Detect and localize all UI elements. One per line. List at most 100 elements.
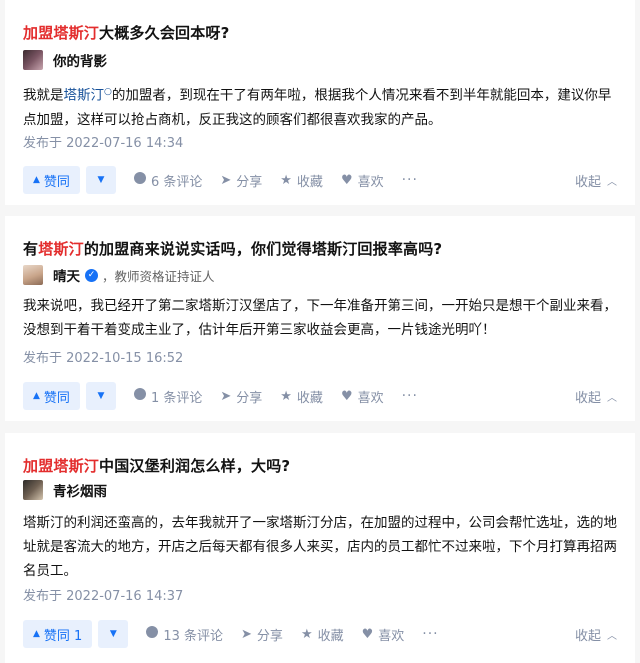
like-button[interactable]: ♥ 喜欢 (341, 387, 384, 406)
comment-icon (146, 626, 159, 642)
author-name[interactable]: 晴天 (53, 265, 80, 285)
triangle-up-icon: ▲ (33, 629, 40, 639)
answer-card-3: 加盟塔斯汀中国汉堡利润怎么样，大吗? 青衫烟雨 塔斯汀的利润还蛮高的，去年我就开… (5, 433, 635, 663)
question-title-1[interactable]: 加盟塔斯汀大概多久会回本呀? (23, 22, 230, 43)
publish-date: 发布于 2022-10-15 16:52 (23, 351, 184, 366)
comment-count: 6 条评论 (150, 174, 203, 190)
search-icon[interactable]: ○ (104, 87, 112, 97)
upvote-label: 赞同 (43, 174, 70, 190)
question-title-rest: 大概多久会回本呀? (99, 24, 230, 42)
like-button[interactable]: ♥ 喜欢 (362, 625, 405, 644)
heart-icon: ♥ (340, 172, 353, 188)
action-bar: ▲ 赞同 ▼ 6 条评论 ➤ 分享 ★ 收藏 ♥ 喜欢 ··· 收起 ︿ (23, 166, 617, 194)
share-label: 分享 (256, 628, 283, 644)
collapse-label: 收起 (574, 390, 601, 406)
downvote-button[interactable]: ▼ (85, 166, 116, 194)
upvote-button[interactable]: ▲ 赞同 (23, 166, 80, 194)
answer-card-2: 有塔斯汀的加盟商来说说实话吗，你们觉得塔斯汀回报率高吗? 晴天 ✓ ，教师资格证… (5, 216, 635, 421)
question-title-rest: 中国汉堡利润怎么样，大吗? (99, 457, 291, 475)
action-bar: ▲ 赞同 ▼ 1 条评论 ➤ 分享 ★ 收藏 ♥ 喜欢 ··· 收起 ︿ (23, 382, 617, 410)
answer-body: 我就是塔斯汀○的加盟者，到现在干了有两年啦，根据我个人情况来看不到半年就能回本，… (23, 80, 619, 132)
share-label: 分享 (236, 390, 263, 406)
question-title-highlight: 塔斯汀 (38, 240, 84, 258)
comment-button[interactable]: 6 条评论 (133, 171, 203, 190)
question-title-2[interactable]: 有塔斯汀的加盟商来说说实话吗，你们觉得塔斯汀回报率高吗? (23, 238, 442, 259)
triangle-up-icon: ▲ (33, 391, 40, 401)
triangle-down-icon: ▼ (97, 175, 105, 185)
star-icon: ★ (300, 626, 313, 642)
downvote-button[interactable]: ▼ (85, 382, 116, 410)
collapse-button[interactable]: 收起 ︿ (575, 171, 617, 190)
question-title-prefix: 有 (23, 240, 39, 258)
keyword-link[interactable]: 塔斯汀 (64, 88, 105, 104)
share-button[interactable]: ➤ 分享 (220, 387, 262, 406)
comment-count: 1 条评论 (150, 390, 203, 406)
share-button[interactable]: ➤ 分享 (220, 171, 262, 190)
answer-text: 我就是 (23, 87, 64, 104)
avatar[interactable] (23, 480, 43, 500)
answer-text: 的加盟者，到现在干了有两年啦，根据我个人情况来看不到半年就能回本，建议你早点加盟… (23, 87, 612, 128)
collapse-button[interactable]: 收起 ︿ (575, 387, 617, 406)
like-label: 喜欢 (378, 628, 405, 644)
chevron-up-icon: ︿ (607, 176, 617, 188)
comment-icon (133, 172, 146, 188)
heart-icon: ♥ (340, 388, 353, 404)
collapse-button[interactable]: 收起 ︿ (575, 625, 617, 644)
author-row: 晴天 ✓ ，教师资格证持证人 (23, 264, 215, 286)
share-icon: ➤ (241, 626, 252, 642)
downvote-button[interactable]: ▼ (98, 620, 129, 648)
question-title-3[interactable]: 加盟塔斯汀中国汉堡利润怎么样，大吗? (23, 455, 290, 476)
comment-count: 13 条评论 (163, 628, 224, 644)
question-title-rest: 的加盟商来说说实话吗，你们觉得塔斯汀回报率高吗? (83, 240, 443, 258)
favorite-label: 收藏 (296, 390, 323, 406)
share-button[interactable]: ➤ 分享 (241, 625, 283, 644)
collapse-label: 收起 (574, 628, 601, 644)
favorite-button[interactable]: ★ 收藏 (280, 171, 323, 190)
author-headline: ，教师资格证持证人 (102, 268, 215, 284)
like-label: 喜欢 (357, 174, 384, 190)
favorite-label: 收藏 (296, 174, 323, 190)
author-row: 你的背影 (23, 49, 107, 71)
favorite-button[interactable]: ★ 收藏 (301, 625, 344, 644)
more-options-button[interactable]: ··· (402, 388, 418, 404)
triangle-down-icon: ▼ (97, 391, 105, 401)
share-icon: ➤ (220, 388, 232, 404)
like-label: 喜欢 (357, 390, 384, 406)
avatar[interactable] (23, 265, 43, 285)
favorite-label: 收藏 (317, 628, 344, 644)
author-name[interactable]: 你的背影 (53, 50, 107, 70)
action-bar: ▲ 赞同 1 ▼ 13 条评论 ➤ 分享 ★ 收藏 ♥ 喜欢 ··· 收起 ︿ (23, 620, 617, 648)
comment-button[interactable]: 1 条评论 (133, 387, 203, 406)
author-name[interactable]: 青衫烟雨 (53, 480, 107, 500)
answer-body: 我来说吧，我已经开了第二家塔斯汀汉堡店了，下一年准备开第三间，一开始只是想干个副… (23, 298, 617, 338)
share-label: 分享 (236, 174, 263, 190)
triangle-up-icon: ▲ (33, 175, 40, 185)
publish-date: 发布于 2022-07-16 14:37 (23, 589, 184, 604)
chevron-up-icon: ︿ (607, 392, 617, 404)
question-title-highlight: 加盟塔斯汀 (23, 24, 100, 42)
verified-badge-icon: ✓ (85, 268, 98, 282)
upvote-button[interactable]: ▲ 赞同 1 (23, 620, 93, 648)
more-options-button[interactable]: ··· (402, 172, 418, 188)
author-row: 青衫烟雨 (23, 479, 107, 501)
comment-icon (133, 388, 146, 404)
comment-button[interactable]: 13 条评论 (146, 625, 223, 644)
triangle-down-icon: ▼ (109, 629, 117, 639)
upvote-label: 赞同 1 (43, 628, 83, 644)
avatar[interactable] (23, 50, 43, 70)
more-options-button[interactable]: ··· (422, 626, 438, 642)
collapse-label: 收起 (574, 174, 601, 190)
publish-date: 发布于 2022-07-16 14:34 (23, 136, 184, 151)
upvote-button[interactable]: ▲ 赞同 (23, 382, 80, 410)
answer-body: 塔斯汀的利润还蛮高的，去年我就开了一家塔斯汀分店，在加盟的过程中，公司会帮忙选址… (23, 515, 617, 579)
star-icon: ★ (280, 172, 292, 188)
heart-icon: ♥ (361, 626, 374, 642)
chevron-up-icon: ︿ (607, 630, 617, 642)
star-icon: ★ (280, 388, 292, 404)
upvote-label: 赞同 (43, 390, 70, 406)
like-button[interactable]: ♥ 喜欢 (341, 171, 384, 190)
share-icon: ➤ (220, 172, 232, 188)
favorite-button[interactable]: ★ 收藏 (280, 387, 323, 406)
question-title-highlight: 加盟塔斯汀 (23, 457, 100, 475)
answer-card-1: 加盟塔斯汀大概多久会回本呀? 你的背影 我就是塔斯汀○的加盟者，到现在干了有两年… (5, 0, 635, 205)
